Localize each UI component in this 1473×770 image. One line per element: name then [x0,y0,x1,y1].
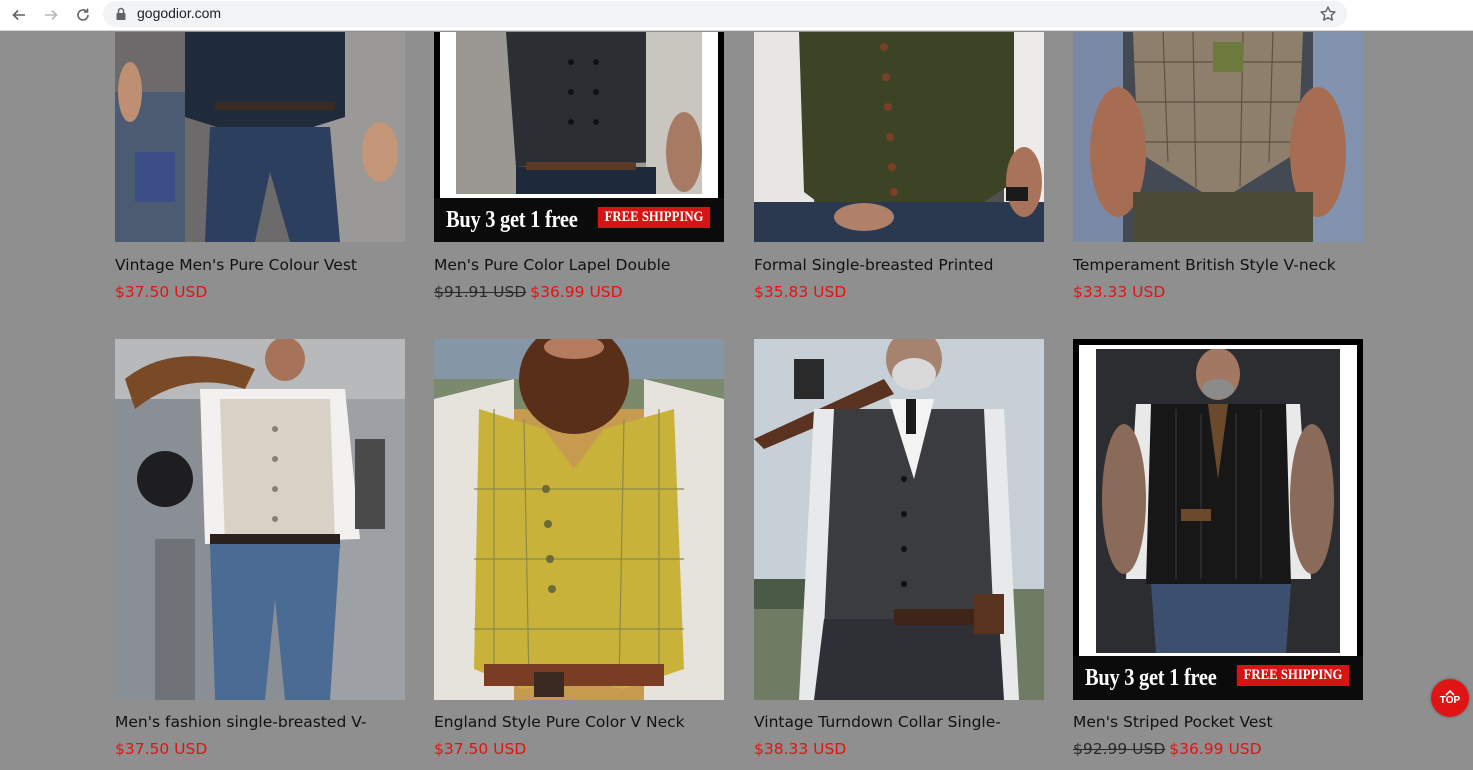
product-image[interactable] [434,339,724,700]
star-icon[interactable] [1319,5,1337,23]
url-text[interactable]: gogodior.com [137,5,221,21]
sale-price: $38.33 USD [754,740,847,758]
back-arrow-icon[interactable] [8,4,30,26]
free-shipping-badge: FREE SHIPPING [1236,665,1349,686]
product-title[interactable]: Vintage Men's Pure Colour Vest [115,256,415,274]
promo-banner: Buy 3 get 1 free FREE SHIPPING [434,198,724,242]
product-image[interactable] [754,339,1044,700]
promo-text: Buy 3 get 1 free [1085,664,1217,691]
product-price: $92.99 USD $36.99 USD [1073,740,1262,758]
sale-price: $37.50 USD [115,283,208,301]
product-title[interactable]: Men's Pure Color Lapel Double [434,256,734,274]
product-image[interactable]: Buy 3 get 1 free FREE SHIPPING [434,32,724,242]
sale-price: $36.99 USD [1169,740,1262,758]
product-price: $35.83 USD [754,283,846,301]
forward-arrow-icon[interactable] [40,4,62,26]
sale-price: $37.50 USD [115,740,208,758]
product-price: $38.33 USD [754,740,846,758]
product-price: $37.50 USD [434,740,526,758]
product-price: $91.91 USD $36.99 USD [434,283,623,301]
back-to-top-button[interactable]: TOP [1431,679,1469,717]
sale-price: $37.50 USD [434,740,527,758]
product-image[interactable] [1073,32,1363,242]
sale-price: $35.83 USD [754,283,847,301]
product-price: $37.50 USD [115,283,207,301]
product-image[interactable] [754,32,1044,242]
product-title[interactable]: Men's fashion single-breasted V- [115,713,415,731]
browser-toolbar: gogodior.com [0,0,1473,31]
free-shipping-badge: FREE SHIPPING [597,207,710,228]
sale-price: $33.33 USD [1073,283,1166,301]
product-title[interactable]: Men's Striped Pocket Vest [1073,713,1373,731]
original-price: $92.99 USD [1073,740,1166,758]
address-bar[interactable]: gogodior.com [103,1,1347,27]
promo-text: Buy 3 get 1 free [446,206,578,233]
back-to-top-label: TOP [1439,695,1461,706]
product-title[interactable]: Temperament British Style V-neck [1073,256,1373,274]
promo-banner: Buy 3 get 1 free FREE SHIPPING [1073,656,1363,700]
product-title[interactable]: Vintage Turndown Collar Single- [754,713,1054,731]
product-price: $37.50 USD [115,740,207,758]
lock-icon[interactable] [115,7,127,21]
product-image[interactable] [115,32,405,242]
product-title[interactable]: Formal Single-breasted Printed [754,256,1054,274]
product-title[interactable]: England Style Pure Color V Neck [434,713,734,731]
product-price: $33.33 USD [1073,283,1165,301]
product-image[interactable]: Buy 3 get 1 free FREE SHIPPING [1073,339,1363,700]
reload-icon[interactable] [72,4,94,26]
original-price: $91.91 USD [434,283,527,301]
sale-price: $36.99 USD [530,283,623,301]
product-image[interactable] [115,339,405,700]
